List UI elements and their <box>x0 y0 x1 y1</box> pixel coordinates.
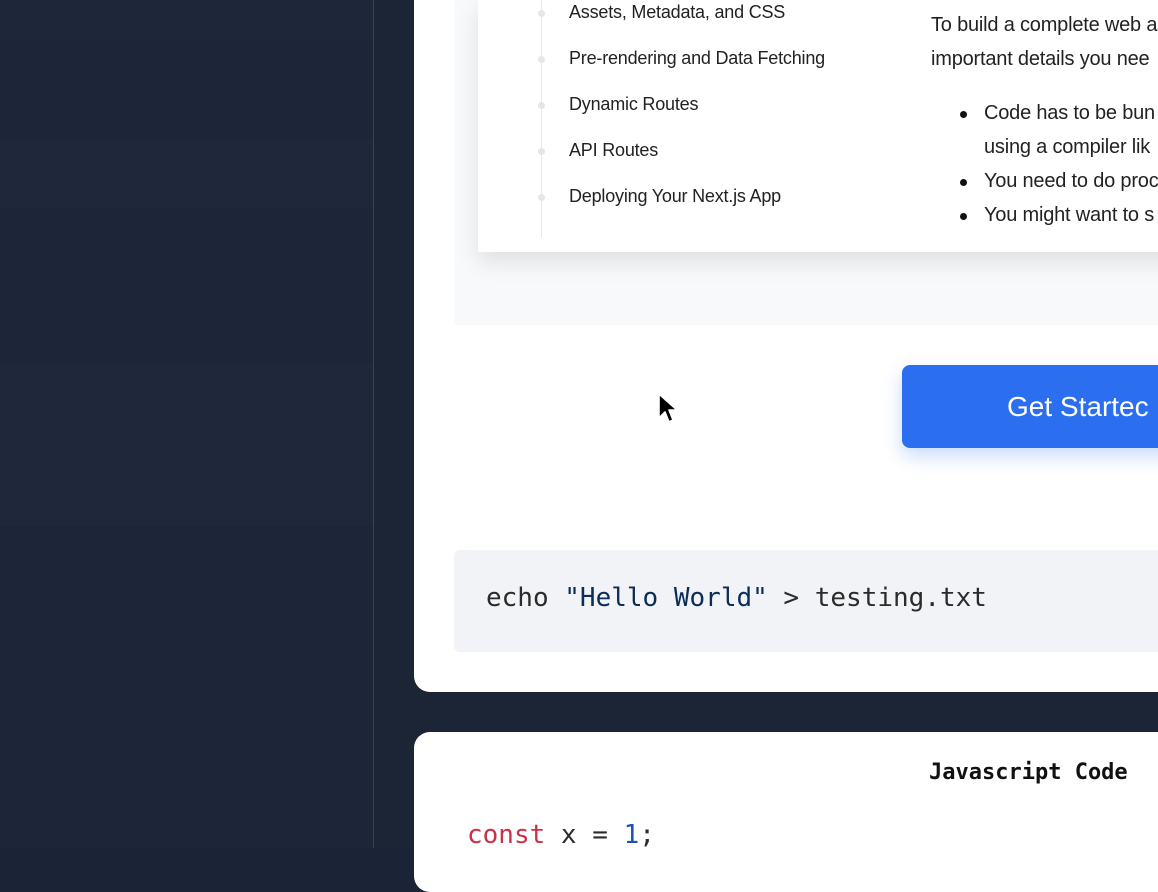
code-punctuation: ; <box>639 820 655 850</box>
sidebar-band <box>0 364 373 526</box>
get-started-button[interactable]: Get Startec <box>902 365 1158 448</box>
toc-dot <box>538 148 545 155</box>
sidebar-panel <box>0 0 373 848</box>
toc-dot <box>538 56 545 63</box>
mouse-pointer-icon <box>658 393 678 423</box>
toc-dot <box>538 194 545 201</box>
toc-rail <box>541 0 542 238</box>
toc-item-prerendering: Pre-rendering and Data Fetching <box>569 48 825 68</box>
bullet-item-continuation: using a compiler lik <box>984 136 1151 158</box>
toc-item-dynamic-routes: Dynamic Routes <box>569 94 699 114</box>
sidebar-band <box>0 0 373 40</box>
code-card-title: Javascript Code <box>929 760 1128 785</box>
javascript-code-line: const x = 1; <box>467 820 655 850</box>
toc-item-api-routes: API Routes <box>569 140 659 160</box>
toc-item-assets: Assets, Metadata, and CSS <box>569 2 786 22</box>
code-identifier: x = <box>545 820 624 850</box>
toc-item-deploying: Deploying Your Next.js App <box>569 186 781 206</box>
preview-paragraph: To build a complete web a important deta… <box>931 8 1158 76</box>
code-command: echo <box>486 583 565 613</box>
bullet-item: You need to do proc <box>958 164 1158 198</box>
paragraph-line: important details you nee <box>931 48 1150 70</box>
bullet-item: Code has to be bun <box>958 96 1158 130</box>
code-keyword: const <box>467 820 546 850</box>
javascript-code-card: Javascript Code const x = 1; <box>414 732 1158 892</box>
code-string: "Hello World" <box>564 583 768 613</box>
shell-code-block: echo "Hello World" > testing.txt <box>454 550 1158 652</box>
toc-dot <box>538 10 545 17</box>
bullet-item: You might want to s <box>958 198 1158 232</box>
code-rest: > testing.txt <box>767 583 987 613</box>
paragraph-line: To build a complete web a <box>931 14 1158 36</box>
shell-code-line: echo "Hello World" > testing.txt <box>486 583 987 613</box>
toc-dot <box>538 102 545 109</box>
preview-bullet-list: Code has to be bun using a compiler lik … <box>958 96 1158 232</box>
code-number: 1 <box>623 820 640 850</box>
sidebar-band <box>0 140 373 208</box>
